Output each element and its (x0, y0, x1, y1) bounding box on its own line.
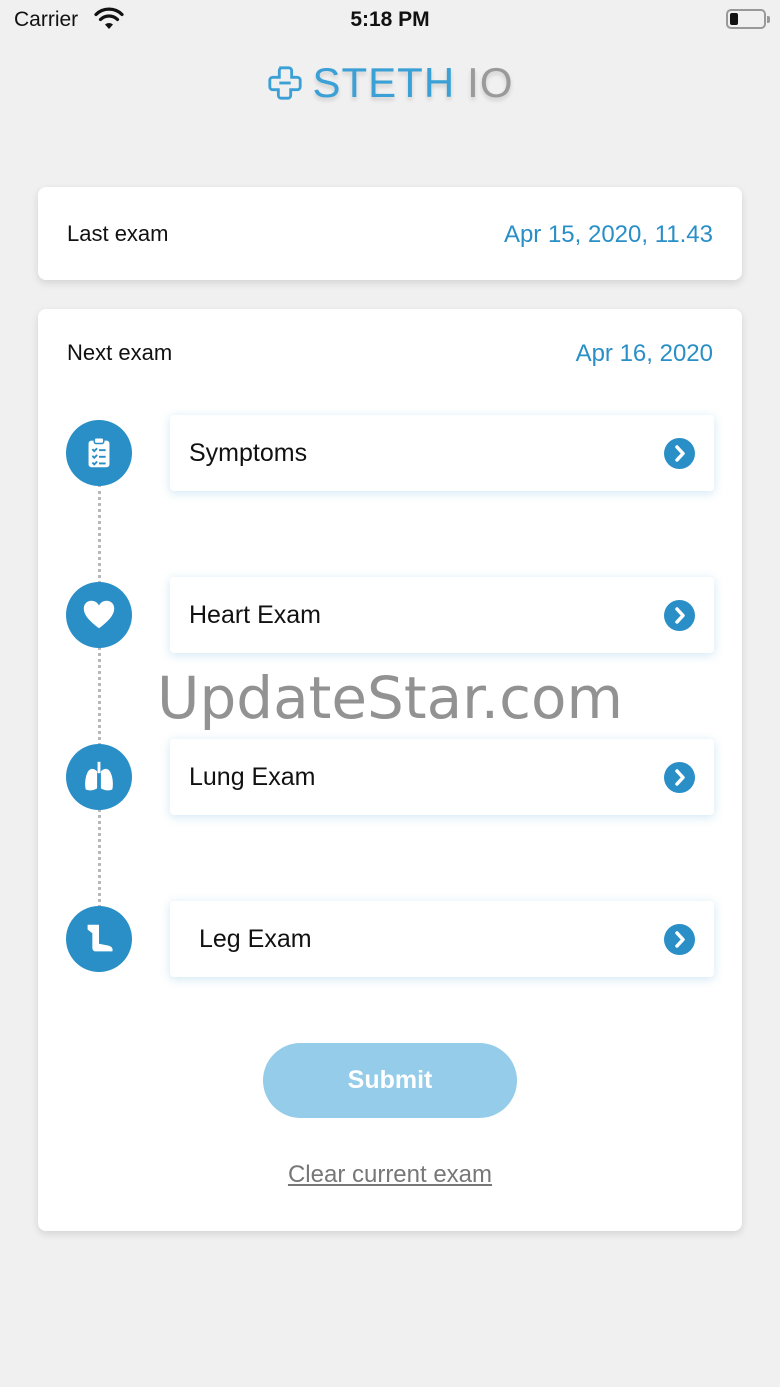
next-exam-card: Next exam Apr 16, 2020 Symptoms Heart Ex… (38, 309, 742, 1231)
clock: 5:18 PM (350, 8, 430, 31)
status-bar: Carrier 5:18 PM (0, 0, 780, 40)
chevron-right-icon[interactable] (664, 924, 695, 955)
battery-icon (726, 9, 770, 29)
chevron-right-icon[interactable] (664, 600, 695, 631)
logo-text: STETH IO (312, 59, 514, 106)
chevron-right-icon[interactable] (664, 438, 695, 469)
heart-icon (66, 582, 132, 648)
step-heart-exam[interactable]: Heart Exam (170, 577, 714, 653)
clear-current-exam-link[interactable]: Clear current exam (38, 1161, 742, 1189)
next-exam-date: Apr 16, 2020 (575, 340, 713, 367)
timeline-connector (98, 484, 101, 944)
step-symptoms[interactable]: Symptoms (170, 415, 714, 491)
submit-button[interactable]: Submit (263, 1043, 517, 1118)
step-leg-exam[interactable]: Leg Exam (170, 901, 714, 977)
chevron-right-icon[interactable] (664, 762, 695, 793)
lungs-icon (66, 744, 132, 810)
last-exam-card: Last exam Apr 15, 2020, 11.43 (38, 187, 742, 280)
step-label: Leg Exam (199, 925, 312, 953)
leg-icon (66, 906, 132, 972)
next-exam-label: Next exam (67, 340, 173, 365)
step-lung-exam[interactable]: Lung Exam (170, 739, 714, 815)
clipboard-icon (66, 420, 132, 486)
last-exam-label: Last exam (67, 221, 169, 246)
app-logo: STETH IO (0, 58, 780, 108)
step-label: Heart Exam (189, 601, 321, 629)
step-label: Lung Exam (189, 763, 316, 791)
steth-cross-icon (268, 66, 303, 100)
step-label: Symptoms (189, 439, 308, 467)
last-exam-date: Apr 15, 2020, 11.43 (503, 221, 713, 248)
